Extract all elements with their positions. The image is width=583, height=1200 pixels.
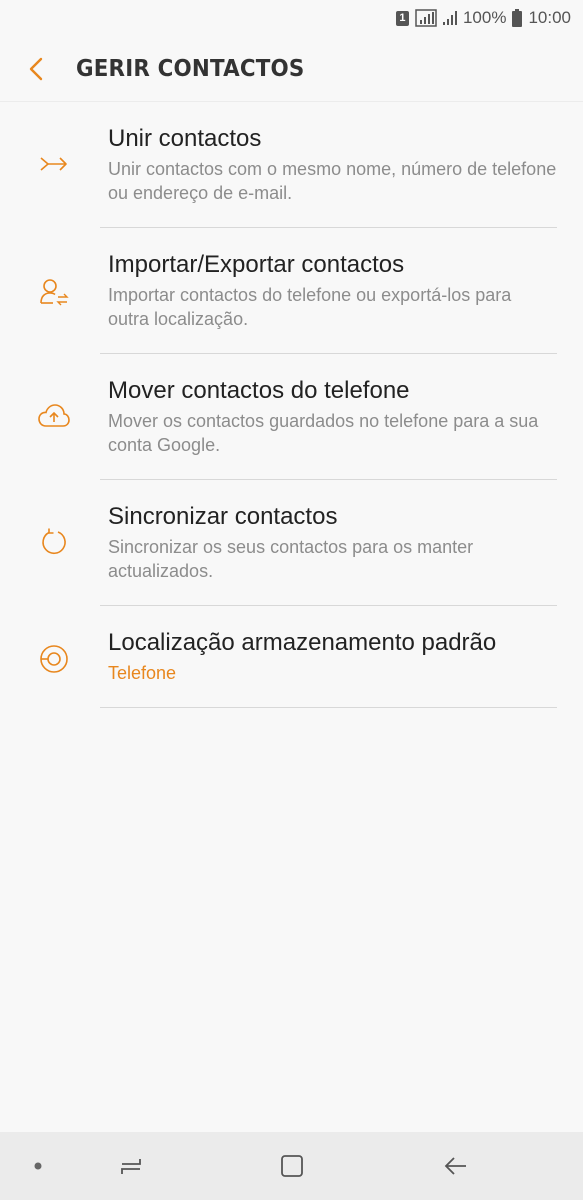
dot-icon	[34, 1162, 42, 1170]
storage-location-icon	[34, 639, 74, 679]
cloud-upload-icon	[34, 396, 74, 436]
list-item-default-storage[interactable]: Localização armazenamento padrão Telefon…	[0, 606, 583, 708]
signal-strength-icon	[442, 10, 457, 26]
item-subtitle: Mover os contactos guardados no telefone…	[108, 411, 539, 455]
back-button[interactable]	[0, 36, 76, 102]
item-subtitle: Sincronizar os seus contactos para os ma…	[108, 537, 474, 581]
page-title: GERIR CONTACTOS	[76, 55, 305, 82]
battery-icon	[512, 9, 523, 27]
signal-icon	[415, 9, 437, 27]
back-icon	[444, 1157, 466, 1175]
recents-button[interactable]	[108, 1132, 154, 1200]
import-export-icon	[34, 272, 74, 312]
item-title: Importar/Exportar contactos	[108, 251, 405, 278]
recents-icon	[121, 1159, 141, 1174]
item-title: Localização armazenamento padrão	[108, 629, 497, 656]
list-item-move-contacts[interactable]: Mover contactos do telefone Mover os con…	[0, 354, 583, 480]
chevron-left-icon	[29, 57, 43, 80]
clock: 10:00	[528, 8, 571, 27]
navigation-bar	[0, 1132, 583, 1200]
battery-percent: 100%	[462, 8, 507, 27]
list-item-merge-contacts[interactable]: Unir contactos Unir contactos com o mesm…	[0, 102, 583, 228]
item-title: Mover contactos do telefone	[108, 377, 410, 404]
status-bar: 1 100% 10:00	[0, 0, 583, 36]
nav-dot-button[interactable]	[20, 1132, 56, 1200]
item-subtitle: Unir contactos com o mesmo nome, número …	[108, 159, 557, 203]
item-subtitle: Importar contactos do telefone ou export…	[108, 285, 512, 329]
list-item-import-export[interactable]: Importar/Exportar contactos Importar con…	[0, 228, 583, 354]
sync-icon	[34, 522, 74, 562]
system-back-button[interactable]	[432, 1132, 480, 1200]
item-title: Sincronizar contactos	[108, 503, 338, 530]
home-button[interactable]	[268, 1132, 316, 1200]
sim-icon: 1	[395, 10, 409, 26]
item-value: Telefone	[108, 663, 177, 683]
app-header: GERIR CONTACTOS	[0, 36, 583, 102]
merge-icon	[34, 144, 74, 184]
settings-list: Unir contactos Unir contactos com o mesm…	[0, 102, 583, 708]
list-item-sync-contacts[interactable]: Sincronizar contactos Sincronizar os seu…	[0, 480, 583, 606]
divider	[100, 707, 557, 708]
home-icon	[281, 1155, 303, 1177]
item-title: Unir contactos	[108, 125, 262, 152]
